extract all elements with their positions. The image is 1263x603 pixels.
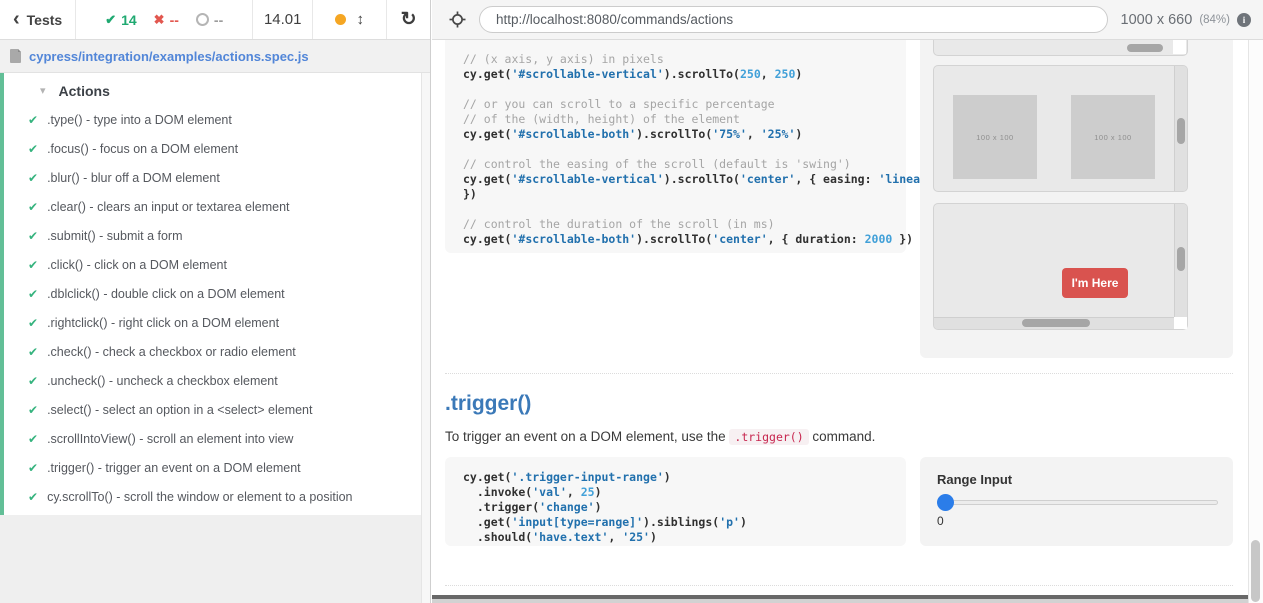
- suite-title: Actions: [59, 83, 110, 99]
- test-result[interactable]: ✔.type() - type into a DOM element: [4, 105, 422, 134]
- suite-header[interactable]: ▾ Actions: [4, 73, 422, 105]
- check-icon: ✔: [28, 259, 38, 271]
- check-icon: ✔: [105, 13, 116, 26]
- auto-scroll-arrow-icon: ↕: [356, 11, 364, 28]
- aut-scrollbar-thumb[interactable]: [1251, 540, 1260, 602]
- test-result[interactable]: ✔cy.scrollTo() - scroll the window or el…: [4, 482, 422, 511]
- inline-code-chip: .trigger(): [729, 429, 808, 445]
- viewport-scale: (84%): [1199, 14, 1230, 26]
- placeholder-image: 100 x 100: [1071, 95, 1155, 179]
- horizontal-scrollbar-thumb[interactable]: [1022, 319, 1090, 327]
- trigger-description: To trigger an event on a DOM element, us…: [445, 429, 875, 444]
- suite-actions: ▾ Actions ✔.type() - type into a DOM ele…: [0, 73, 422, 515]
- test-result[interactable]: ✔.uncheck() - uncheck a checkbox element: [4, 366, 422, 395]
- pending-circle-icon: [196, 13, 209, 26]
- caret-down-icon: ▾: [40, 86, 46, 97]
- scrollbar-corner: [1174, 317, 1187, 329]
- test-result[interactable]: ✔.focus() - focus on a DOM element: [4, 134, 422, 163]
- selector-playground-icon[interactable]: [449, 11, 466, 28]
- test-result[interactable]: ✔.blur() - blur off a DOM element: [4, 163, 422, 192]
- url-input[interactable]: http://localhost:8080/commands/actions: [479, 6, 1108, 33]
- check-icon: ✔: [28, 404, 38, 416]
- reporter-sidebar: ‹ Tests ✔ 14 ✖ -- -- 14.01: [0, 0, 431, 603]
- test-result[interactable]: ✔.trigger() - trigger an event on a DOM …: [4, 453, 422, 482]
- viewport-size: 1000 x 660: [1121, 12, 1193, 28]
- scrollable-vertical-box: 100 x 100 100 x 100: [933, 65, 1188, 192]
- passed-stat: ✔ 14: [105, 12, 136, 28]
- check-icon: ✔: [28, 230, 38, 242]
- back-to-tests-button[interactable]: ‹ Tests: [0, 0, 76, 39]
- test-result[interactable]: ✔.submit() - submit a form: [4, 221, 422, 250]
- check-icon: ✔: [28, 288, 38, 300]
- pending-count: --: [214, 12, 223, 28]
- passed-count: 14: [121, 12, 137, 28]
- duration-display: 14.01: [253, 0, 313, 39]
- rerun-button[interactable]: ↻: [387, 0, 430, 39]
- check-icon: ✔: [28, 114, 38, 126]
- reporter-scrollbar[interactable]: [421, 73, 430, 603]
- aut-frame: http://localhost:8080/commands/actions 1…: [432, 0, 1263, 603]
- aut-header: http://localhost:8080/commands/actions 1…: [432, 0, 1263, 40]
- aut-viewport: // (x axis, y axis) in pixelscy.get('#sc…: [432, 40, 1263, 603]
- horizontal-scrollbar-thumb[interactable]: [1127, 44, 1163, 52]
- trigger-code-block: cy.get('.trigger-input-range') .invoke('…: [445, 457, 906, 546]
- check-icon: ✔: [28, 172, 38, 184]
- check-icon: ✔: [28, 491, 38, 503]
- aut-scrollbar-track[interactable]: [1248, 40, 1263, 603]
- file-icon: [10, 49, 22, 63]
- test-result[interactable]: ✔.rightclick() - right click on a DOM el…: [4, 308, 422, 337]
- refresh-icon: ↻: [401, 10, 417, 29]
- scrollable-both-box: I'm Here: [933, 203, 1188, 330]
- reporter-header: ‹ Tests ✔ 14 ✖ -- -- 14.01: [0, 0, 430, 40]
- stats-group: ✔ 14 ✖ -- --: [76, 0, 253, 39]
- scrollbar-corner: [1173, 40, 1186, 54]
- test-result[interactable]: ✔.check() - check a checkbox or radio el…: [4, 337, 422, 366]
- auto-scroll-dot-icon: [335, 14, 346, 25]
- test-result[interactable]: ✔.scrollIntoView() - scroll an element i…: [4, 424, 422, 453]
- range-slider-thumb[interactable]: [937, 494, 954, 511]
- failed-stat: ✖ --: [154, 12, 179, 28]
- vertical-scrollbar-thumb[interactable]: [1177, 247, 1185, 271]
- failed-count: --: [170, 12, 179, 28]
- viewport-info: 1000 x 660 (84%) i: [1121, 12, 1251, 28]
- check-icon: ✔: [28, 143, 38, 155]
- range-slider[interactable]: [937, 494, 1218, 511]
- check-icon: ✔: [28, 346, 38, 358]
- cross-icon: ✖: [154, 13, 165, 26]
- range-slider-track[interactable]: [937, 500, 1218, 505]
- spec-file-link[interactable]: cypress/integration/examples/actions.spe…: [29, 49, 309, 64]
- range-input-panel: Range Input 0: [920, 457, 1233, 546]
- placeholder-image: 100 x 100: [953, 95, 1037, 179]
- test-list: ✔.type() - type into a DOM element ✔.foc…: [4, 105, 422, 511]
- im-here-button[interactable]: I'm Here: [1062, 268, 1128, 298]
- pending-stat: --: [196, 12, 223, 28]
- trigger-section-heading[interactable]: .trigger(): [445, 392, 531, 416]
- cypress-test-runner: ‹ Tests ✔ 14 ✖ -- -- 14.01: [0, 0, 1263, 603]
- test-result[interactable]: ✔.select() - select an option in a <sele…: [4, 395, 422, 424]
- check-icon: ✔: [28, 462, 38, 474]
- section-divider: [445, 585, 1233, 586]
- spec-file-row: cypress/integration/examples/actions.spe…: [0, 40, 430, 73]
- test-result[interactable]: ✔.click() - click on a DOM element: [4, 250, 422, 279]
- section-divider: [445, 373, 1233, 374]
- scrollable-horizontal-box: [933, 40, 1188, 56]
- back-label: Tests: [27, 12, 63, 28]
- test-result[interactable]: ✔.clear() - clears an input or textarea …: [4, 192, 422, 221]
- vertical-scrollbar-thumb[interactable]: [1177, 118, 1185, 144]
- auto-scroll-toggle[interactable]: ↕: [313, 0, 387, 39]
- range-value-text: 0: [937, 514, 1217, 528]
- check-icon: ✔: [28, 201, 38, 213]
- back-chevron-icon: ‹: [13, 9, 20, 29]
- scroll-demo-panel: 100 x 100 100 x 100 I'm Here: [920, 40, 1233, 358]
- url-text: http://localhost:8080/commands/actions: [496, 12, 733, 27]
- test-result[interactable]: ✔.dblclick() - double click on a DOM ele…: [4, 279, 422, 308]
- range-input-label: Range Input: [937, 472, 1217, 487]
- check-icon: ✔: [28, 317, 38, 329]
- check-icon: ✔: [28, 433, 38, 445]
- scrollto-code-block: // (x axis, y axis) in pixelscy.get('#sc…: [445, 40, 906, 253]
- check-icon: ✔: [28, 375, 38, 387]
- info-icon[interactable]: i: [1237, 13, 1251, 27]
- iframe-bottom-gap: [432, 599, 1248, 603]
